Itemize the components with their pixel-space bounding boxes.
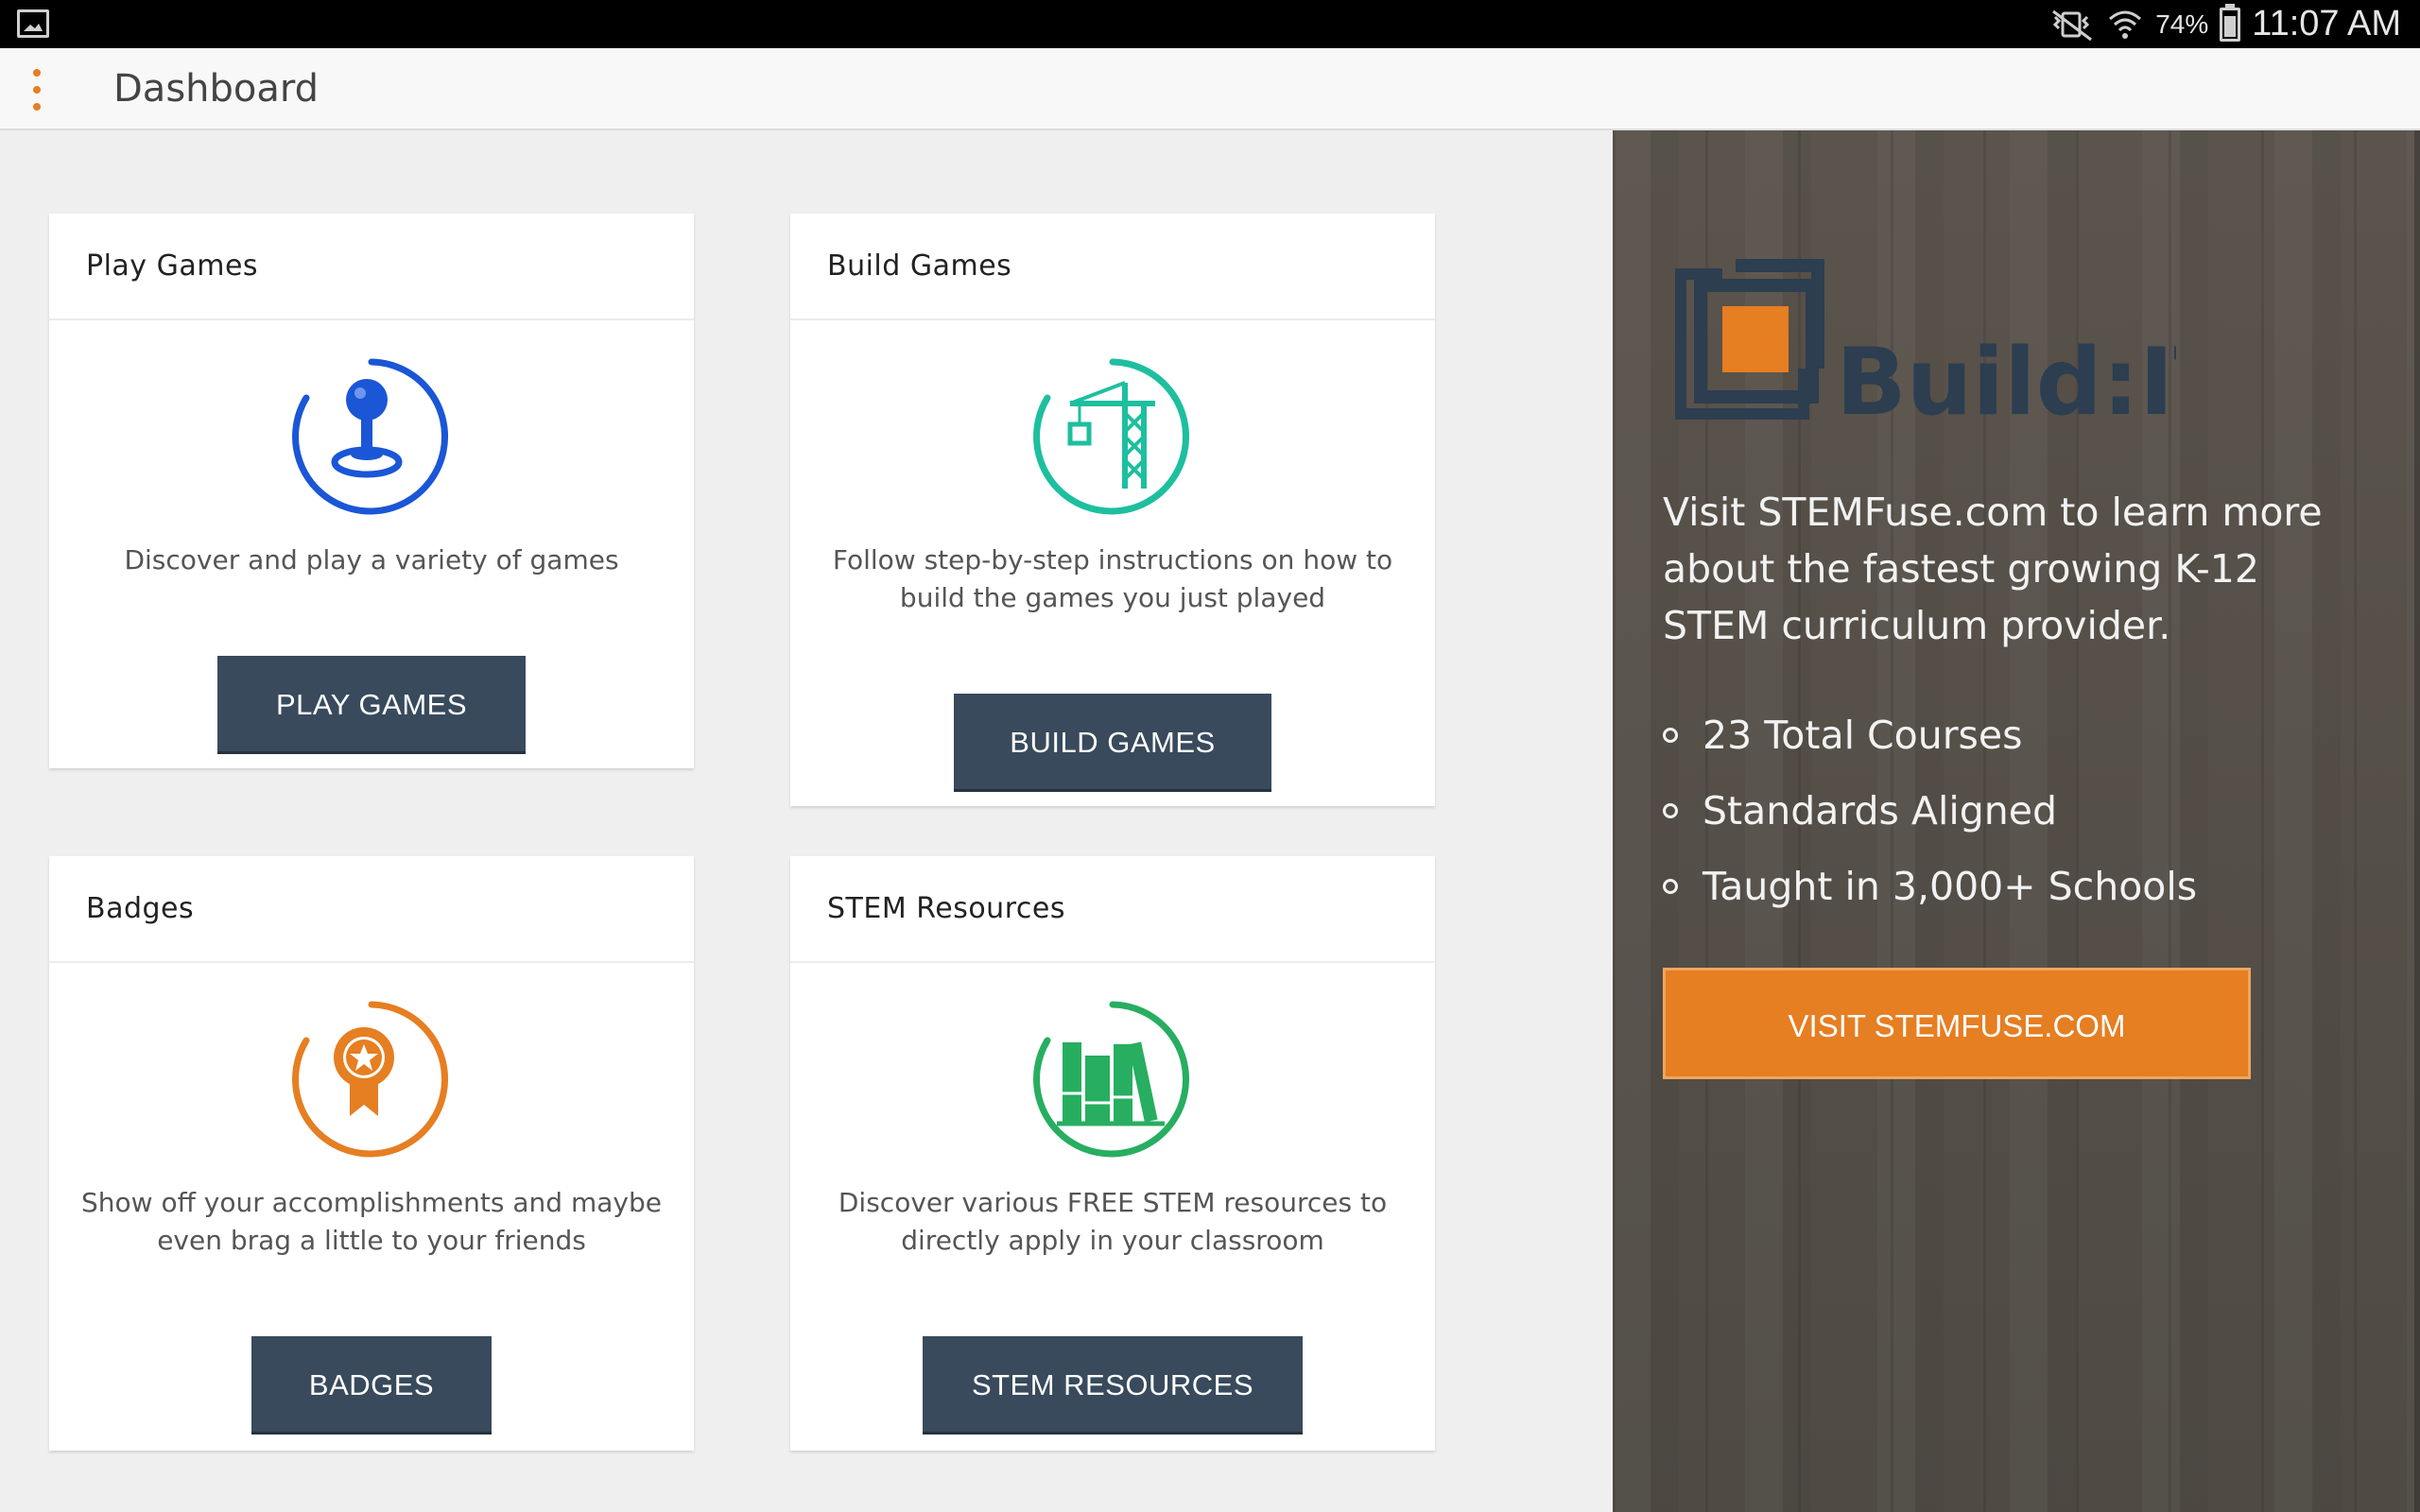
card-title: Build Games — [790, 214, 1435, 320]
build-games-button[interactable]: BUILD GAMES — [954, 694, 1271, 792]
promo-panel: Build:IT Visit STEMFuse.com to learn mor… — [1613, 130, 2420, 1512]
promo-description: Visit STEMFuse.com to learn more about t… — [1663, 490, 2323, 648]
promo-features: 23 Total Courses Standards Aligned Taugh… — [1663, 697, 2197, 924]
wifi-icon — [2109, 10, 2142, 39]
build-games-card: Build Games Follow step-by-step instruct… — [790, 214, 1435, 806]
logo-text: Build:IT — [1836, 329, 2176, 420]
feature-text: Standards Aligned — [1703, 788, 2058, 833]
battery-percent: 74% — [2155, 9, 2209, 39]
bullet-icon — [1663, 879, 1678, 894]
card-description: Follow step-by-step instructions on how … — [832, 544, 1393, 613]
gallery-notification-icon — [17, 9, 49, 38]
dashboard-content: Play Games Discover and play a variety o… — [0, 130, 1613, 1512]
card-description: Show off your accomplishments and maybe … — [81, 1187, 662, 1256]
badges-button[interactable]: BADGES — [251, 1336, 492, 1435]
list-item: Taught in 3,000+ Schools — [1663, 849, 2197, 924]
promo-scrollbar[interactable] — [2414, 130, 2420, 1512]
play-games-card: Play Games Discover and play a variety o… — [49, 214, 694, 768]
clock: 11:07 AM — [2252, 4, 2401, 43]
feature-text: 23 Total Courses — [1703, 713, 2023, 758]
stem-resources-button[interactable]: STEM RESOURCES — [923, 1336, 1303, 1435]
list-item: Standards Aligned — [1663, 773, 2197, 849]
card-title: Badges — [49, 856, 694, 963]
card-title: STEM Resources — [790, 856, 1435, 963]
joystick-icon — [291, 356, 452, 517]
build-it-logo: Build:IT — [1675, 259, 2176, 420]
page-title: Dashboard — [113, 67, 320, 111]
card-description: Discover and play a variety of games — [124, 544, 619, 576]
stem-resources-card: STEM Resources Discover various FREE STE… — [790, 856, 1435, 1451]
bullet-icon — [1663, 803, 1678, 818]
mute-vibrate-icon — [2052, 9, 2093, 41]
crane-icon — [1032, 356, 1193, 517]
badge-icon — [291, 999, 452, 1160]
feature-text: Taught in 3,000+ Schools — [1703, 864, 2198, 909]
play-games-button[interactable]: PLAY GAMES — [217, 656, 526, 754]
visit-stemfuse-button[interactable]: VISIT STEMFUSE.COM — [1663, 968, 2251, 1079]
bullet-icon — [1663, 728, 1678, 743]
card-title: Play Games — [49, 214, 694, 320]
status-bar: 74% 11:07 AM — [0, 0, 2420, 48]
battery-icon — [2220, 3, 2241, 42]
card-description: Discover various FREE STEM resources to … — [838, 1187, 1388, 1256]
list-item: 23 Total Courses — [1663, 697, 2197, 773]
overflow-menu-icon[interactable] — [30, 69, 43, 111]
app-bar: Dashboard — [0, 48, 2420, 130]
status-indicators: 74% 11:07 AM — [2049, 0, 2401, 48]
badges-card: Badges Show off your accomplishments and… — [49, 856, 694, 1451]
books-icon — [1032, 999, 1193, 1160]
